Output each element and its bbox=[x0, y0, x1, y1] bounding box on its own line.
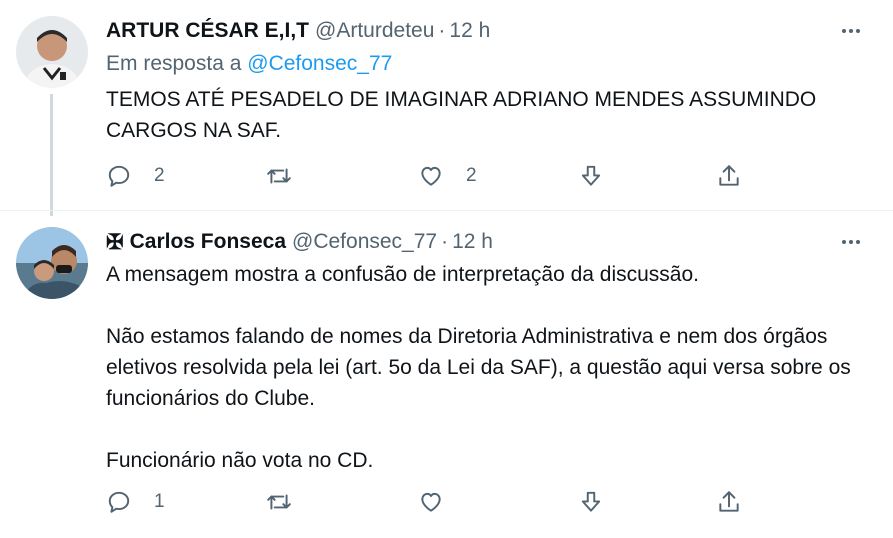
more-options-button[interactable] bbox=[837, 17, 865, 45]
tweet-paragraph: Funcionário não vota no CD. bbox=[106, 449, 374, 472]
reply-button[interactable]: 1 bbox=[106, 485, 165, 519]
downvote-button[interactable] bbox=[578, 159, 604, 193]
reply-count: 1 bbox=[154, 491, 165, 512]
tweet-text-body: TEMOS ATÉ PESADELO DE IMAGINAR ADRIANO M… bbox=[106, 88, 817, 142]
tweet-text: A mensagem mostra a confusão de interpre… bbox=[106, 259, 866, 476]
timestamp[interactable]: 12 h bbox=[449, 19, 490, 43]
more-options-button[interactable] bbox=[837, 228, 865, 256]
tweet-text: TEMOS ATÉ PESADELO DE IMAGINAR ADRIANO M… bbox=[106, 84, 866, 146]
author-handle[interactable]: @Arturdeteu bbox=[315, 19, 434, 43]
tweet-1[interactable]: ARTUR CÉSAR E,I,T @Arturdeteu · 12 h Em … bbox=[0, 0, 893, 216]
retweet-icon bbox=[267, 168, 291, 184]
reply-count: 2 bbox=[154, 165, 165, 186]
avatar[interactable] bbox=[16, 16, 88, 88]
retweet-icon bbox=[267, 494, 291, 510]
thread-line bbox=[50, 94, 53, 216]
share-icon bbox=[719, 491, 739, 512]
retweet-button[interactable] bbox=[266, 485, 292, 519]
reply-icon bbox=[108, 165, 130, 187]
reply-context: Em resposta a @Cefonsec_77 bbox=[106, 52, 392, 76]
reply-icon bbox=[108, 491, 130, 513]
action-bar: 1 bbox=[106, 485, 746, 519]
action-bar: 2 2 bbox=[106, 159, 746, 193]
more-icon bbox=[842, 240, 860, 244]
like-button[interactable] bbox=[418, 485, 444, 519]
tweet-2[interactable]: ✠ Carlos Fonseca @Cefonsec_77 · 12 h A m… bbox=[0, 210, 893, 538]
heart-icon bbox=[421, 492, 441, 512]
tweet-paragraph: Não estamos falando de nomes da Diretori… bbox=[106, 325, 851, 410]
tweet-paragraph: A mensagem mostra a confusão de interpre… bbox=[106, 263, 700, 286]
separator-dot: · bbox=[438, 19, 446, 42]
downvote-icon bbox=[581, 491, 601, 512]
share-button[interactable] bbox=[716, 159, 742, 193]
timestamp[interactable]: 12 h bbox=[452, 230, 493, 254]
author-name[interactable]: Carlos Fonseca bbox=[130, 230, 286, 254]
like-count: 2 bbox=[466, 165, 477, 186]
reply-to-link[interactable]: @Cefonsec_77 bbox=[247, 52, 392, 75]
author-handle[interactable]: @Cefonsec_77 bbox=[292, 230, 437, 254]
author-name[interactable]: ARTUR CÉSAR E,I,T bbox=[106, 19, 309, 43]
tweet-header: ✠ Carlos Fonseca @Cefonsec_77 · 12 h bbox=[106, 227, 493, 257]
separator-dot: · bbox=[441, 230, 449, 253]
share-button[interactable] bbox=[716, 485, 742, 519]
cross-symbol: ✠ bbox=[106, 230, 124, 254]
tweet-header: ARTUR CÉSAR E,I,T @Arturdeteu · 12 h bbox=[106, 16, 490, 46]
more-icon bbox=[842, 29, 860, 33]
retweet-button[interactable] bbox=[266, 159, 292, 193]
share-icon bbox=[719, 165, 739, 186]
heart-icon bbox=[421, 166, 441, 186]
downvote-icon bbox=[581, 165, 601, 186]
avatar[interactable] bbox=[16, 227, 88, 299]
downvote-button[interactable] bbox=[578, 485, 604, 519]
like-button[interactable]: 2 bbox=[418, 159, 477, 193]
reply-button[interactable]: 2 bbox=[106, 159, 165, 193]
reply-prefix: Em resposta a bbox=[106, 52, 242, 75]
